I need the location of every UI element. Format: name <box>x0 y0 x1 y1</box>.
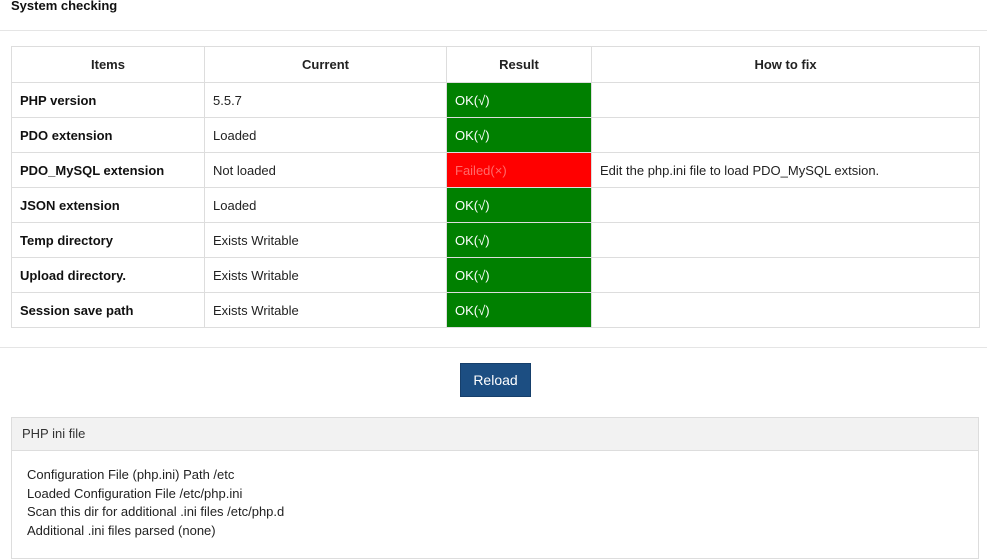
item-cell: PHP version <box>11 82 205 118</box>
table-row: Temp directory Exists Writable OK(√) <box>11 222 980 258</box>
current-cell: Loaded <box>204 117 447 153</box>
current-cell: Exists Writable <box>204 257 447 293</box>
panel-body: Configuration File (php.ini) Path /etc L… <box>12 451 978 540</box>
fix-cell <box>591 222 980 258</box>
ini-info-line: Scan this dir for additional .ini files … <box>27 504 285 520</box>
fix-cell <box>591 292 980 328</box>
result-cell-ok: OK(√) <box>446 117 592 153</box>
result-cell-ok: OK(√) <box>446 257 592 293</box>
header-divider <box>0 30 987 31</box>
table-row: PDO_MySQL extension Not loaded Failed(×)… <box>11 152 980 188</box>
table-row: Upload directory. Exists Writable OK(√) <box>11 257 980 293</box>
fix-cell <box>591 257 980 293</box>
result-cell-ok: OK(√) <box>446 187 592 223</box>
item-cell: PDO_MySQL extension <box>11 152 205 188</box>
fix-cell <box>591 117 980 153</box>
table-header-row: Items Current Result How to fix <box>11 46 980 83</box>
system-check-table: Items Current Result How to fix PHP vers… <box>11 46 980 328</box>
panel-heading: PHP ini file <box>12 418 978 451</box>
fix-cell <box>591 187 980 223</box>
column-header-current: Current <box>204 46 447 83</box>
fix-cell <box>591 82 980 118</box>
result-cell-ok: OK(√) <box>446 82 592 118</box>
ini-info-line: Loaded Configuration File /etc/php.ini <box>27 485 243 501</box>
result-cell-failed: Failed(×) <box>446 152 592 188</box>
ini-info-line: Configuration File (php.ini) Path /etc <box>27 467 235 482</box>
current-cell: 5.5.7 <box>204 82 447 118</box>
section-divider <box>0 347 987 348</box>
reload-button[interactable]: Reload <box>460 363 531 397</box>
table-row: Session save path Exists Writable OK(√) <box>11 292 980 328</box>
current-cell: Exists Writable <box>204 292 447 328</box>
table-row: PHP version 5.5.7 OK(√) <box>11 82 980 118</box>
php-ini-panel: PHP ini file Configuration File (php.ini… <box>11 417 979 559</box>
current-cell: Exists Writable <box>204 222 447 258</box>
column-header-result: Result <box>446 46 592 83</box>
table-row: PDO extension Loaded OK(√) <box>11 117 980 153</box>
current-cell: Loaded <box>204 187 447 223</box>
item-cell: Temp directory <box>11 222 205 258</box>
fix-cell: Edit the php.ini file to load PDO_MySQL … <box>591 152 980 188</box>
column-header-how-to-fix: How to fix <box>591 46 980 83</box>
result-cell-ok: OK(√) <box>446 292 592 328</box>
item-cell: JSON extension <box>11 187 205 223</box>
item-cell: PDO extension <box>11 117 205 153</box>
item-cell: Session save path <box>11 292 205 328</box>
result-cell-ok: OK(√) <box>446 222 592 258</box>
column-header-items: Items <box>11 46 205 83</box>
table-row: JSON extension Loaded OK(√) <box>11 187 980 223</box>
current-cell: Not loaded <box>204 152 447 188</box>
item-cell: Upload directory. <box>11 257 205 293</box>
page-title: System checking <box>11 0 118 13</box>
ini-info-line: Additional .ini files parsed (none) <box>27 522 216 538</box>
